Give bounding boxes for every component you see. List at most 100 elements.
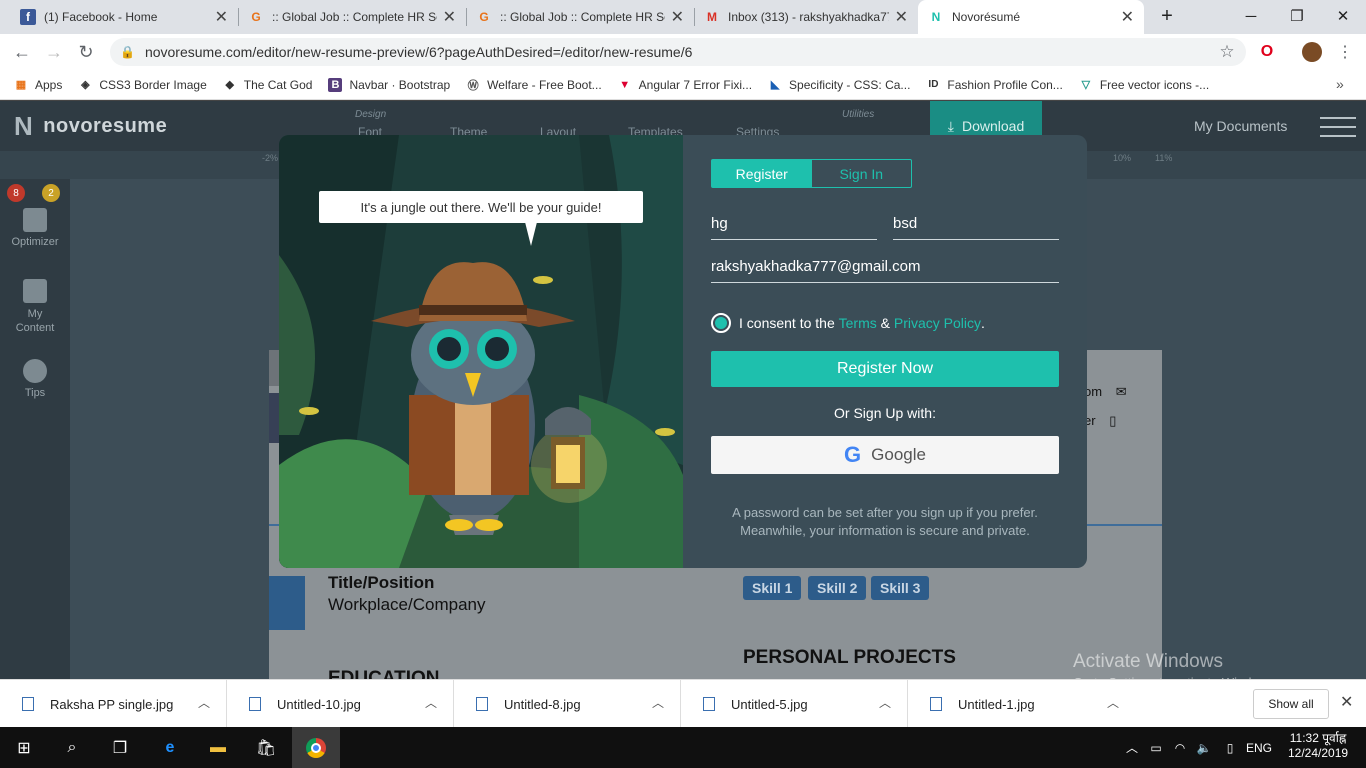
tab-register[interactable]: Register — [712, 160, 812, 187]
tab-novoresume[interactable]: N Novorésumé ✕ — [918, 0, 1144, 34]
facebook-icon: f — [20, 9, 36, 25]
store-icon[interactable]: 🛍 — [242, 727, 290, 768]
bar-chart-icon — [23, 208, 47, 232]
skill-tag[interactable]: Skill 3 — [871, 576, 930, 600]
privacy-policy-link[interactable]: Privacy Policy — [894, 315, 981, 331]
novoresume-logo[interactable]: N novoresume — [14, 111, 167, 142]
personal-projects-heading[interactable]: PERSONAL PROJECTS — [743, 647, 956, 669]
close-tab-icon[interactable]: ✕ — [671, 7, 684, 27]
google-label: Google — [871, 445, 926, 464]
bookmark-navbar-bootstrap[interactable]: B Navbar · Bootstrap — [328, 77, 450, 92]
bookmark-css3-border-image[interactable]: ◈ CSS3 Border Image — [78, 78, 207, 92]
close-tab-icon[interactable]: ✕ — [1121, 7, 1134, 27]
last-name-field[interactable]: bsd — [893, 208, 1059, 240]
bookmark-welfare[interactable]: Ⓦ Welfare - Free Boot... — [466, 78, 602, 92]
bookmark-cat-god[interactable]: ◆ The Cat God — [223, 78, 313, 92]
battery-icon[interactable]: ▭ — [1144, 727, 1168, 768]
email-value: rakshyakhadka777@gmail.com — [711, 258, 921, 275]
bookmark-label: The Cat God — [243, 77, 313, 92]
download-item[interactable]: Raksha PP single.jpg ︿ — [0, 680, 227, 728]
clock[interactable]: 11:32 पूर्वाह्न 12/24/2019 — [1288, 731, 1348, 761]
bookmark-fashion-profile[interactable]: ID Fashion Profile Con... — [926, 78, 1062, 92]
wifi-icon[interactable]: ◠ — [1168, 727, 1192, 768]
minimize-button[interactable]: ─ — [1228, 0, 1274, 32]
chevron-up-icon[interactable]: ︿ — [425, 694, 437, 711]
download-item[interactable]: Untitled-10.jpg ︿ — [227, 680, 454, 728]
section-accent — [269, 576, 305, 630]
bookmark-label: Welfare - Free Boot... — [487, 77, 602, 92]
consent-check-indicator — [715, 317, 727, 329]
bookmarks-overflow-icon[interactable]: » — [1336, 76, 1344, 92]
tab-title: (1) Facebook - Home — [44, 10, 158, 24]
chrome-menu-icon[interactable]: ⋮ — [1330, 34, 1360, 70]
bookmark-free-vector-icons[interactable]: ▽ Free vector icons -... — [1079, 78, 1210, 92]
tab-gmail[interactable]: M Inbox (313) - rakshyakhadka77 ✕ — [694, 0, 918, 34]
sidebar-item-optimizer[interactable]: Optimizer — [0, 208, 70, 248]
profile-avatar[interactable] — [1302, 42, 1322, 62]
my-documents-link[interactable]: My Documents — [1194, 118, 1287, 134]
download-item[interactable]: Untitled-8.jpg ︿ — [454, 680, 681, 728]
close-tab-icon[interactable]: ✕ — [215, 7, 228, 27]
new-tab-button[interactable]: + — [1144, 0, 1190, 32]
or-sign-up-label: Or Sign Up with: — [834, 405, 936, 421]
tray-chevron-icon[interactable]: ︿ — [1120, 727, 1144, 768]
download-item[interactable]: Untitled-5.jpg ︿ — [681, 680, 908, 728]
edge-icon[interactable]: e — [146, 727, 194, 768]
skill-tag[interactable]: Skill 2 — [808, 576, 867, 600]
sidebar-item-my-content[interactable]: My Content — [0, 279, 70, 335]
download-filename: Untitled-10.jpg — [277, 696, 361, 712]
bookmark-specificity[interactable]: ◣ Specificity - CSS: Ca... — [768, 78, 911, 92]
sidebar-label: Optimizer — [11, 236, 59, 248]
chevron-up-icon[interactable]: ︿ — [1107, 694, 1119, 711]
tab-globaljob-1[interactable]: G :: Global Job :: Complete HR Sc ✕ — [238, 0, 466, 34]
task-view-icon[interactable]: ❐ — [96, 727, 144, 768]
windows-start-icon[interactable]: ⊞ — [0, 727, 48, 768]
title-position[interactable]: Title/Position — [328, 573, 434, 593]
close-tab-icon[interactable]: ✕ — [443, 7, 456, 27]
first-name-field[interactable]: hg — [711, 208, 877, 240]
bookmark-star-icon[interactable]: ☆ — [1212, 34, 1242, 70]
hamburger-menu-icon[interactable] — [1320, 117, 1356, 137]
google-signup-button[interactable]: G Google — [711, 436, 1059, 474]
bookmark-angular[interactable]: ▼ Angular 7 Error Fixi... — [618, 78, 752, 92]
language-indicator[interactable]: ENG — [1244, 727, 1274, 768]
file-explorer-icon[interactable]: ▬ — [194, 727, 242, 768]
education-heading[interactable]: EDUCATION — [328, 668, 440, 679]
show-all-button[interactable]: Show all — [1253, 689, 1329, 719]
register-now-button[interactable]: Register Now — [711, 351, 1059, 387]
chevron-up-icon[interactable]: ︿ — [652, 694, 664, 711]
chrome-icon[interactable] — [292, 727, 340, 768]
gmail-icon: M — [707, 10, 717, 24]
register-modal: It's a jungle out there. We'll be your g… — [279, 135, 1087, 568]
download-item[interactable]: Untitled-1.jpg ︿ — [908, 680, 1135, 728]
workplace-company[interactable]: Workplace/Company — [328, 595, 485, 615]
brand-name: novoresume — [43, 115, 168, 137]
sidebar-item-tips[interactable]: Tips — [0, 359, 70, 399]
search-icon[interactable]: ⌕ — [48, 727, 96, 768]
chevron-up-icon[interactable]: ︿ — [879, 694, 891, 711]
reload-icon[interactable]: ↻ — [71, 34, 101, 70]
volume-icon[interactable]: 🔈 — [1192, 727, 1216, 768]
close-tab-icon[interactable]: ✕ — [895, 7, 908, 27]
consent-checkbox[interactable] — [711, 313, 731, 333]
tab-globaljob-2[interactable]: G :: Global Job :: Complete HR Sc ✕ — [466, 0, 694, 34]
skill-tag[interactable]: Skill 1 — [743, 576, 802, 600]
forward-icon[interactable]: → — [39, 34, 69, 70]
close-downloads-icon[interactable]: ✕ — [1340, 692, 1353, 712]
bookmark-label: Angular 7 Error Fixi... — [638, 77, 753, 92]
back-icon[interactable]: ← — [7, 34, 37, 70]
bookmark-apps[interactable]: ▦ Apps — [14, 78, 63, 92]
terms-link[interactable]: Terms — [839, 315, 877, 331]
email-field[interactable]: rakshyakhadka777@gmail.com — [711, 251, 1059, 283]
first-name-value: hg — [711, 215, 728, 232]
folder-icon — [23, 279, 47, 303]
tab-facebook[interactable]: f (1) Facebook - Home ✕ — [10, 0, 238, 34]
notifications-icon[interactable]: ▯ — [1218, 727, 1242, 768]
chevron-up-icon[interactable]: ︿ — [198, 694, 210, 711]
maximize-button[interactable]: ❐ — [1274, 0, 1320, 32]
tab-sign-in[interactable]: Sign In — [812, 160, 912, 187]
window-close-button[interactable]: ✕ — [1320, 0, 1366, 32]
opera-extension-icon[interactable]: O — [1252, 34, 1282, 70]
image-file-icon — [930, 697, 942, 711]
address-bar[interactable]: 🔒 novoresume.com/editor/new-resume-previ… — [110, 38, 1246, 66]
